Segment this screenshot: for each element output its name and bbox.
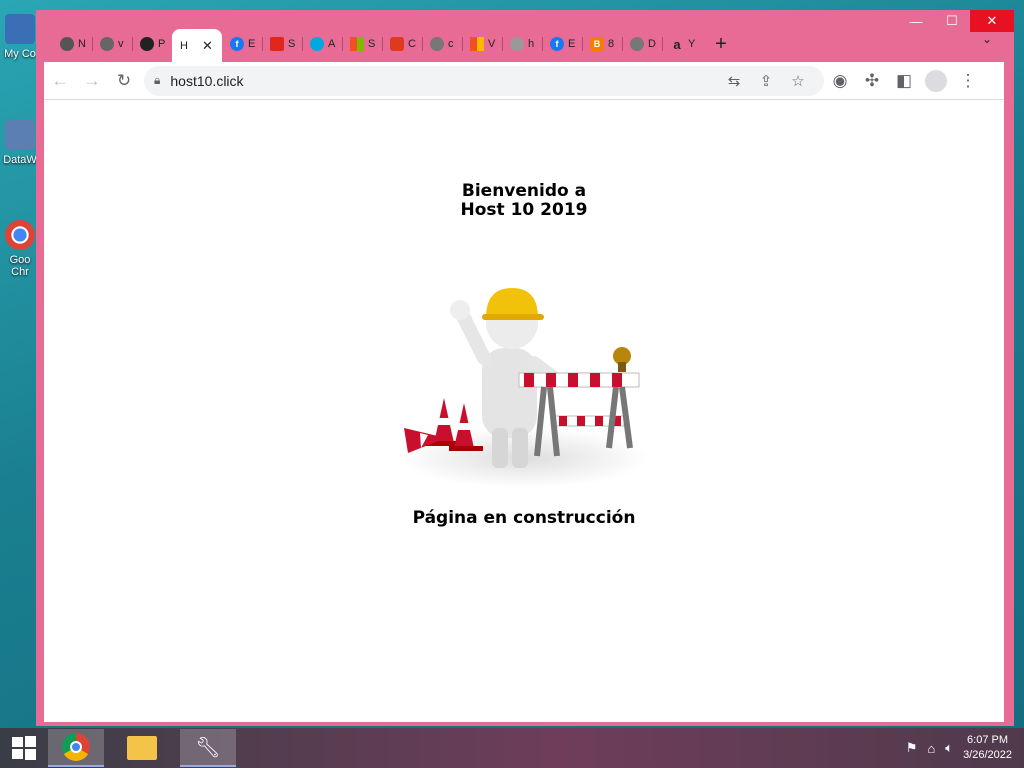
microsoft-icon bbox=[350, 37, 364, 51]
desktop-icon-dataw[interactable]: DataW bbox=[0, 120, 40, 166]
tab[interactable]: f E bbox=[222, 29, 262, 59]
tab-active[interactable]: H ✕ bbox=[172, 29, 222, 63]
desktop-icon-label: My Co bbox=[4, 48, 36, 60]
tab[interactable]: f E bbox=[542, 29, 582, 59]
clock-time: 6:07 PM bbox=[967, 734, 1009, 746]
welcome-heading: Bienvenido a Host 10 2019 bbox=[44, 182, 1004, 220]
tab-title: S bbox=[368, 38, 376, 50]
page-content: Bienvenido a Host 10 2019 Página en cons… bbox=[44, 100, 1004, 722]
tab-title: 8 bbox=[608, 38, 615, 50]
tab-title: C bbox=[408, 38, 416, 50]
tab[interactable]: A bbox=[302, 29, 342, 59]
adobe-icon bbox=[270, 37, 284, 51]
blogger-icon: B bbox=[590, 37, 604, 51]
taskbar-file-explorer[interactable] bbox=[114, 729, 170, 767]
tab[interactable]: N bbox=[52, 29, 92, 59]
wrench-icon: 🔧︎ bbox=[195, 736, 221, 759]
extensions-puzzle-icon[interactable]: ✣ bbox=[856, 65, 888, 97]
tab[interactable]: S bbox=[342, 29, 382, 59]
tab-title: N bbox=[78, 38, 86, 50]
tab-title: D bbox=[648, 38, 656, 50]
att-icon bbox=[310, 37, 324, 51]
browser-toolbar: ← → ↻ 🔒︎ host10.click ⇆ ⇪ ☆ ◉ ✣ ◧ ⋮ bbox=[44, 62, 1004, 100]
tab[interactable]: c bbox=[422, 29, 462, 59]
tab-title: H bbox=[180, 40, 188, 52]
tab-title: P bbox=[158, 38, 166, 50]
tab-title: V bbox=[488, 38, 496, 50]
browser-window: — ☐ ✕ N v P H ✕ f E S A S C c V h f E B … bbox=[36, 10, 1014, 726]
tab-title: h bbox=[528, 38, 535, 50]
globe-icon bbox=[510, 37, 524, 51]
address-bar[interactable]: 🔒︎ host10.click ⇆ ⇪ ☆ bbox=[144, 65, 824, 96]
forward-button[interactable]: → bbox=[76, 65, 108, 97]
tab[interactable]: a Y bbox=[662, 29, 702, 59]
side-panel-icon[interactable]: ◧ bbox=[888, 65, 920, 97]
desktop-icon-label: Goo Chr bbox=[9, 254, 31, 278]
share-icon[interactable]: ⇪ bbox=[750, 72, 782, 90]
globe-icon bbox=[60, 37, 74, 51]
tab[interactable]: h bbox=[502, 29, 542, 59]
menu-kebab-icon[interactable]: ⋮ bbox=[952, 65, 984, 97]
folder-icon bbox=[127, 736, 157, 760]
desktop-icon-chrome[interactable]: Goo Chr bbox=[0, 220, 40, 278]
tab-title: E bbox=[248, 38, 256, 50]
lock-icon: 🔒︎ bbox=[154, 73, 161, 87]
taskbar-chrome[interactable] bbox=[48, 729, 104, 767]
action-center-flag-icon[interactable]: ⚑ bbox=[906, 740, 918, 756]
facebook-icon: f bbox=[550, 37, 564, 51]
tab[interactable]: D bbox=[622, 29, 662, 59]
clock[interactable]: 6:07 PM 3/26/2022 bbox=[963, 733, 1012, 763]
close-tab-icon[interactable]: ✕ bbox=[202, 38, 213, 54]
windows-logo-icon bbox=[12, 736, 36, 760]
profile-avatar-icon[interactable] bbox=[920, 65, 952, 97]
reload-button[interactable]: ↻ bbox=[108, 65, 140, 97]
taskbar-tool-app[interactable]: 🔧︎ bbox=[180, 729, 236, 767]
desktop-icon-label: DataW bbox=[3, 154, 37, 166]
back-button[interactable]: ← bbox=[44, 65, 76, 97]
under-construction-illustration bbox=[394, 258, 654, 498]
tab-title: v bbox=[118, 38, 124, 50]
wrench-icon bbox=[100, 37, 114, 51]
tab-title: A bbox=[328, 38, 336, 50]
system-tray: ⚑ ⌂ 🔈︎ 6:07 PM 3/26/2022 bbox=[906, 728, 1012, 768]
start-button[interactable] bbox=[0, 728, 48, 768]
tab-search-button[interactable]: ⌄ bbox=[982, 32, 992, 46]
tab[interactable]: v bbox=[92, 29, 132, 59]
globe-icon bbox=[430, 37, 444, 51]
shortcut-icon bbox=[5, 120, 35, 150]
office-icon bbox=[390, 37, 404, 51]
globe-icon bbox=[630, 37, 644, 51]
url-text[interactable]: host10.click bbox=[170, 73, 718, 89]
chrome-icon bbox=[5, 220, 35, 250]
tab-title: E bbox=[568, 38, 576, 50]
bookmark-star-icon[interactable]: ☆ bbox=[782, 72, 814, 90]
taskbar: 🔧︎ ⚑ ⌂ 🔈︎ 6:07 PM 3/26/2022 bbox=[0, 728, 1024, 768]
tab[interactable]: V bbox=[462, 29, 502, 59]
translate-icon[interactable]: ⇆ bbox=[718, 72, 750, 90]
microsoft-icon bbox=[470, 37, 484, 51]
tab-strip: N v P H ✕ f E S A S C c V h f E B 8 D a … bbox=[52, 26, 1004, 63]
under-construction-text: Página en construcción bbox=[412, 508, 636, 528]
chrome-icon bbox=[62, 733, 90, 761]
tab-title: Y bbox=[688, 38, 696, 50]
tab[interactable]: S bbox=[262, 29, 302, 59]
computer-icon bbox=[5, 14, 35, 44]
tab-title: S bbox=[288, 38, 296, 50]
github-icon bbox=[140, 37, 154, 51]
clock-date: 3/26/2022 bbox=[963, 749, 1012, 761]
construction-figure-image bbox=[399, 288, 649, 488]
tab[interactable]: B 8 bbox=[582, 29, 622, 59]
amazon-icon: a bbox=[673, 36, 681, 52]
welcome-line-2: Host 10 2019 bbox=[460, 200, 588, 220]
tab-title: c bbox=[448, 38, 454, 50]
welcome-line-1: Bienvenido a bbox=[461, 181, 587, 201]
tab[interactable]: C bbox=[382, 29, 422, 59]
facebook-icon: f bbox=[230, 37, 244, 51]
new-tab-button[interactable]: + bbox=[706, 29, 736, 59]
extension-globe-icon[interactable]: ◉ bbox=[824, 65, 856, 97]
volume-muted-icon[interactable]: 🔈︎ bbox=[945, 740, 953, 756]
tab[interactable]: P bbox=[132, 29, 172, 59]
desktop-icon-my-computer[interactable]: My Co bbox=[0, 14, 40, 60]
network-icon[interactable]: ⌂ bbox=[927, 741, 935, 756]
